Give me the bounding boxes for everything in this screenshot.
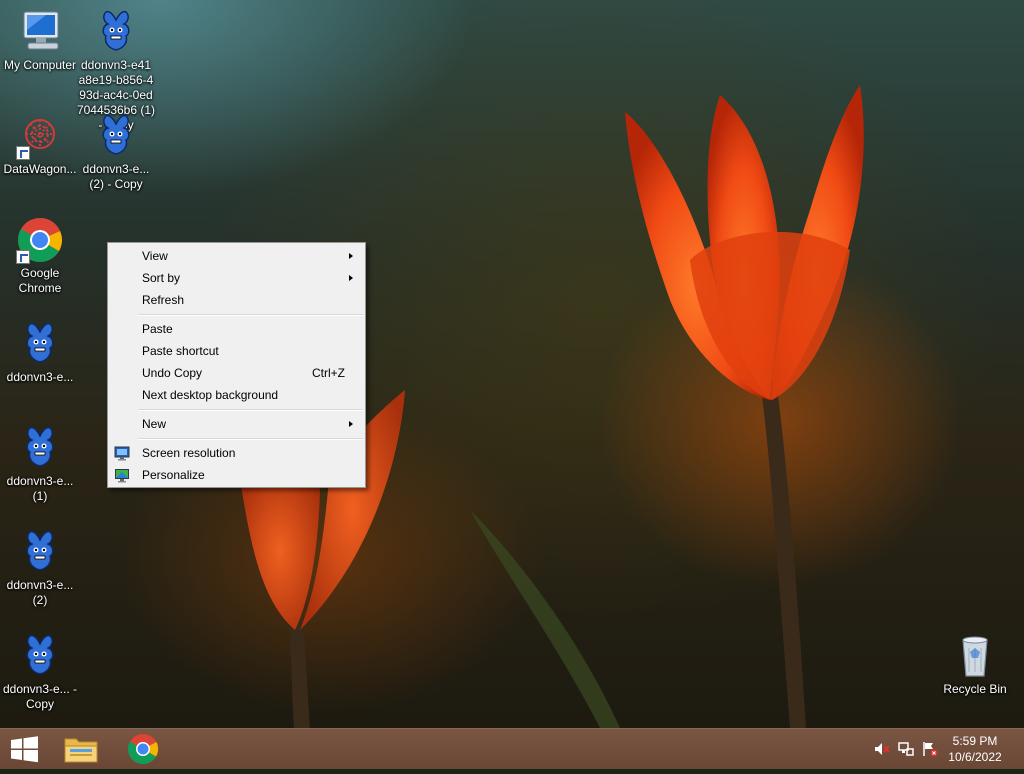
- desktop-icon-google-chrome[interactable]: Google Chrome: [0, 216, 80, 296]
- menu-item-undo-copy[interactable]: Undo Copy Ctrl+Z: [110, 362, 363, 384]
- menu-item-paste[interactable]: Paste: [110, 318, 363, 340]
- menu-item-screen-resolution[interactable]: Screen resolution: [110, 442, 363, 464]
- blue-character-icon: [92, 8, 140, 56]
- personalize-icon: [114, 467, 130, 483]
- desktop-icon-recycle-bin[interactable]: Recycle Bin: [935, 632, 1015, 697]
- desktop-icon-ddonvn3-a[interactable]: ddonvn3-e...: [0, 320, 80, 385]
- folder-icon: [64, 738, 98, 763]
- submenu-arrow-icon: [349, 253, 353, 259]
- menu-item-label: Undo Copy: [142, 366, 203, 380]
- recycle-bin-icon: [951, 632, 999, 680]
- chrome-icon: [127, 734, 159, 765]
- taskbar: 5:59 PM 10/6/2022: [0, 728, 1024, 769]
- menu-item-label: Refresh: [142, 293, 185, 307]
- chrome-taskbar-button[interactable]: [114, 729, 172, 769]
- computer-icon: [16, 8, 64, 56]
- desktop-icon-label: Google Chrome: [18, 266, 62, 295]
- clock-date: 10/6/2022: [948, 750, 1002, 764]
- menu-item-new[interactable]: New: [110, 413, 363, 435]
- menu-item-label: Paste shortcut: [142, 344, 219, 358]
- file-explorer-button[interactable]: [54, 729, 112, 769]
- start-button[interactable]: [0, 729, 58, 769]
- desktop-icon-my-computer[interactable]: My Computer: [0, 8, 80, 73]
- datawagon-icon: [16, 112, 64, 160]
- desktop-icon-label: DataWagon...: [3, 162, 77, 176]
- action-center-flag-icon[interactable]: [922, 741, 938, 757]
- blue-character-icon: [16, 424, 64, 472]
- desktop-icon-datawagon[interactable]: DataWagon...: [0, 112, 80, 177]
- desktop-icon-ddonvn3-copy[interactable]: ddonvn3-e... - Copy: [0, 632, 80, 712]
- blue-character-icon: [16, 320, 64, 368]
- menu-item-refresh[interactable]: Refresh: [110, 289, 363, 311]
- desktop-icon-ddonvn3-2[interactable]: ddonvn3-e... (2): [0, 528, 80, 608]
- menu-item-sort-by[interactable]: Sort by: [110, 267, 363, 289]
- menu-item-shortcut: Ctrl+Z: [312, 366, 345, 380]
- network-icon[interactable]: [898, 741, 914, 757]
- volume-muted-icon[interactable]: [874, 741, 890, 757]
- menu-item-label: Sort by: [142, 271, 181, 285]
- desktop-icon-ddonvn3-1[interactable]: ddonvn3-e... (1): [0, 424, 80, 504]
- taskbar-clock[interactable]: 5:59 PM 10/6/2022: [940, 733, 1010, 765]
- submenu-arrow-icon: [349, 421, 353, 427]
- menu-item-label: Personalize: [142, 468, 205, 482]
- monitor-icon: [114, 445, 130, 461]
- desktop-icon-label: ddonvn3-e... (2): [6, 578, 74, 607]
- windows-logo-icon: [11, 736, 38, 763]
- blue-character-icon: [92, 112, 140, 160]
- menu-item-label: Paste: [142, 322, 173, 336]
- desktop-context-menu: View Sort by Refresh Paste Paste shortcu…: [107, 242, 366, 488]
- shortcut-arrow-icon: [16, 146, 30, 160]
- menu-item-personalize[interactable]: Personalize: [110, 464, 363, 486]
- desktop-icon-label: Recycle Bin: [943, 682, 1007, 696]
- desktop-icon-label: ddonvn3-e... (2) - Copy: [82, 162, 150, 191]
- blue-character-icon: [16, 528, 64, 576]
- menu-separator: [138, 314, 363, 316]
- shortcut-arrow-icon: [16, 250, 30, 264]
- clock-time: 5:59 PM: [952, 734, 998, 748]
- desktop-icon-label: ddonvn3-e... - Copy: [2, 682, 78, 711]
- menu-item-label: New: [142, 417, 167, 431]
- menu-item-next-desktop-background[interactable]: Next desktop background: [110, 384, 363, 406]
- desktop-icon-label: ddonvn3-e... (1): [6, 474, 74, 503]
- submenu-arrow-icon: [349, 275, 353, 281]
- menu-item-label: Screen resolution: [142, 446, 236, 460]
- desktop[interactable]: My Computer ddonvn3-e41 a8e19-b856-4 93d…: [0, 0, 1024, 728]
- menu-item-view[interactable]: View: [110, 245, 363, 267]
- menu-separator: [138, 438, 363, 440]
- desktop-icon-label: My Computer: [3, 58, 77, 72]
- menu-item-paste-shortcut[interactable]: Paste shortcut: [110, 340, 363, 362]
- menu-item-label: Next desktop background: [142, 388, 279, 402]
- desktop-icon-ddonvn3-2-copy[interactable]: ddonvn3-e... (2) - Copy: [76, 112, 156, 192]
- menu-item-label: View: [142, 249, 168, 263]
- chrome-icon: [16, 216, 64, 264]
- blue-character-icon: [16, 632, 64, 680]
- desktop-icon-label: ddonvn3-e...: [6, 370, 74, 384]
- menu-separator: [138, 409, 363, 411]
